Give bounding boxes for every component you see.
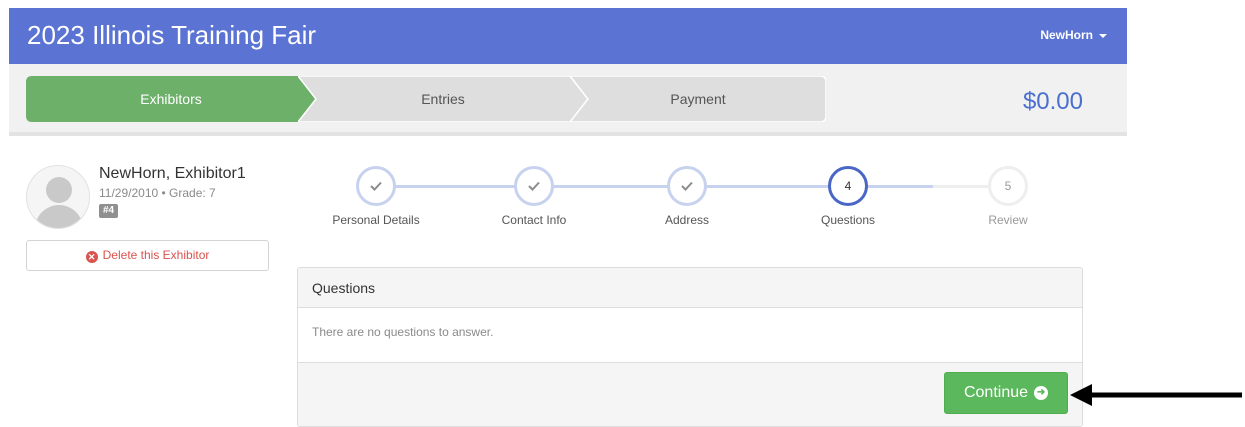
step-label: Questions xyxy=(820,213,876,227)
check-icon xyxy=(356,166,396,206)
step-contact-info[interactable]: Contact Info xyxy=(474,166,594,227)
questions-panel: Questions There are no questions to answ… xyxy=(297,267,1083,427)
checkout-progress: Exhibitors Entries Payment $0.00 xyxy=(9,64,1127,136)
annotation-arrow-icon xyxy=(1070,384,1242,406)
step-label: Address xyxy=(664,213,710,227)
avatar-body xyxy=(35,205,83,228)
continue-button[interactable]: Continue ➜ xyxy=(944,372,1068,414)
crumb-payment-label: Payment xyxy=(670,91,726,107)
step-questions[interactable]: 4 Questions xyxy=(788,166,908,227)
wizard-stepper: Personal Details Contact Info Address 4 … xyxy=(300,166,1080,236)
avatar xyxy=(26,165,90,229)
caret-down-icon xyxy=(1099,33,1107,38)
crumb-exhibitors[interactable]: Exhibitors xyxy=(26,76,316,122)
crumb-entries-label: Entries xyxy=(421,91,465,107)
avatar-head xyxy=(46,177,72,203)
step-number: 5 xyxy=(988,166,1028,206)
cart-total: $0.00 xyxy=(1022,88,1083,115)
panel-body-text: There are no questions to answer. xyxy=(298,308,1082,363)
crumb-entries[interactable]: Entries xyxy=(298,76,588,122)
crumb-exhibitors-label: Exhibitors xyxy=(140,91,202,107)
exhibitor-name: NewHorn, Exhibitor1 xyxy=(99,165,246,182)
exhibitor-number-badge: #4 xyxy=(99,204,119,218)
check-icon xyxy=(667,166,707,206)
step-label: Personal Details xyxy=(332,213,420,227)
stepper-line-done xyxy=(375,185,843,188)
step-label: Contact Info xyxy=(501,213,567,227)
remove-circle-icon: ✕ xyxy=(85,251,98,263)
panel-heading: Questions xyxy=(298,268,1082,308)
panel-footer: Continue ➜ xyxy=(298,363,1082,426)
arrow-circle-right-icon: ➜ xyxy=(1034,386,1049,400)
delete-exhibitor-label: Delete this Exhibitor xyxy=(102,248,210,262)
delete-exhibitor-button[interactable]: ✕ Delete this Exhibitor xyxy=(26,240,269,271)
step-review[interactable]: 5 Review xyxy=(948,166,1068,227)
step-personal-details[interactable]: Personal Details xyxy=(316,166,436,227)
app-title: 2023 Illinois Training Fair xyxy=(27,20,317,50)
continue-label: Continue xyxy=(963,384,1029,401)
user-menu[interactable]: NewHorn xyxy=(1040,28,1107,42)
breadcrumb: Exhibitors Entries Payment xyxy=(26,76,826,122)
user-name: NewHorn xyxy=(1040,28,1093,42)
step-number: 4 xyxy=(828,166,868,206)
crumb-payment[interactable]: Payment xyxy=(570,76,826,122)
step-label: Review xyxy=(988,213,1028,227)
top-navbar: 2023 Illinois Training Fair NewHorn xyxy=(9,8,1127,64)
exhibitor-meta: 11/29/2010 • Grade: 7 xyxy=(99,186,216,200)
step-address[interactable]: Address xyxy=(627,166,747,227)
check-icon xyxy=(514,166,554,206)
